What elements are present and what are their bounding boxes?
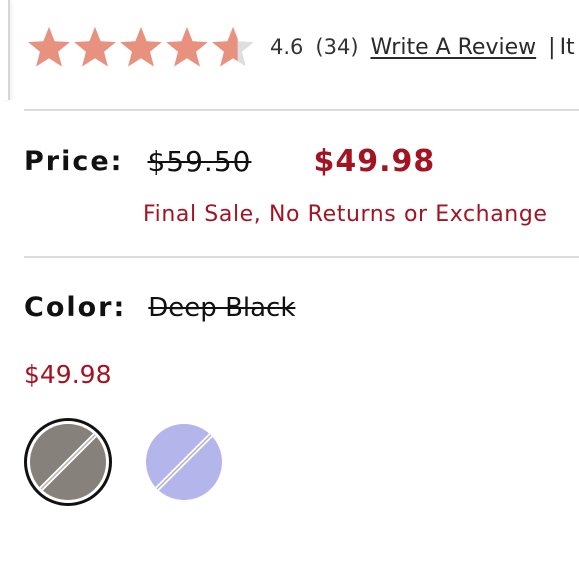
separator: | (548, 34, 556, 60)
star-icon (164, 25, 210, 69)
price-label: Price: (24, 146, 124, 177)
color-swatch-deep-black[interactable] (24, 418, 112, 506)
star-icon (210, 25, 256, 69)
sale-price: $49.98 (313, 144, 436, 179)
color-swatch-lavender[interactable] (140, 418, 228, 506)
star-icon (72, 25, 118, 69)
unavailable-slash-icon (146, 424, 222, 500)
star-icon (118, 25, 164, 69)
product-detail-panel: 4.6 (34) Write A Review | It Price: $59.… (0, 0, 579, 580)
swatch-fill (30, 424, 106, 500)
rating-row: 4.6 (34) Write A Review | It (26, 24, 575, 70)
price-row: Price: $59.50 $49.98 (24, 144, 435, 179)
color-swatch-list (24, 418, 228, 506)
star-icon (26, 25, 72, 69)
review-count[interactable]: (34) (315, 35, 358, 59)
star-rating[interactable] (26, 25, 256, 69)
divider (24, 256, 579, 258)
swatch-fill (146, 424, 222, 500)
truncated-link-text[interactable]: It (560, 35, 575, 60)
unavailable-slash-icon (30, 424, 106, 500)
rating-value: 4.6 (270, 35, 304, 59)
left-edge-shadow (0, 0, 10, 100)
selected-color-name: Deep Black (148, 292, 296, 323)
write-review-link[interactable]: Write A Review (371, 35, 537, 60)
divider (24, 109, 579, 111)
original-price: $59.50 (147, 145, 252, 178)
swatch-price: $49.98 (24, 360, 112, 389)
final-sale-note: Final Sale, No Returns or Exchange (143, 202, 548, 227)
color-label: Color: (24, 292, 127, 323)
color-row: Color: Deep Black (24, 292, 295, 323)
